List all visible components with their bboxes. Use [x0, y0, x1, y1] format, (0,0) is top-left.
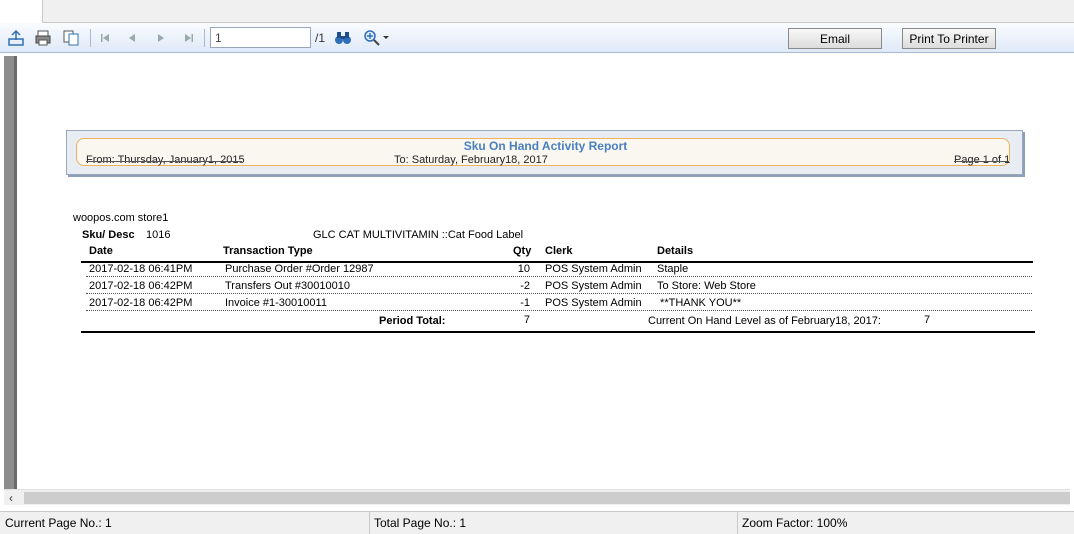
report-page-indicator: Page 1 of 1: [954, 154, 1011, 166]
report-toolbar: /1 Email Print To Printer: [0, 23, 1074, 53]
column-header-clerk: Clerk: [545, 245, 573, 257]
table-row-qty: 10: [517, 263, 530, 275]
table-row-details: **THANK YOU**: [657, 297, 742, 309]
sku-label: Sku/ Desc: [82, 229, 135, 241]
column-header-transaction-type: Transaction Type: [223, 245, 313, 257]
period-total-label: Period Total:: [379, 315, 446, 327]
table-row-type: Purchase Order #Order 12987: [225, 263, 374, 275]
table-row-details: To Store: Web Store: [657, 280, 756, 292]
row-divider: [86, 293, 1032, 294]
email-button[interactable]: Email: [788, 28, 882, 49]
zoom-icon[interactable]: [362, 28, 382, 48]
period-total-value: 7: [523, 314, 530, 326]
column-header-qty: Qty: [513, 245, 532, 257]
viewer-left-margin: [4, 56, 17, 490]
zoom-dropdown-icon[interactable]: [380, 28, 392, 48]
scroll-left-icon[interactable]: ‹: [9, 491, 13, 505]
table-row-clerk: POS System Admin: [545, 297, 642, 309]
on-hand-value: 7: [924, 314, 931, 326]
last-page-icon[interactable]: [179, 28, 199, 48]
print-to-printer-button[interactable]: Print To Printer: [902, 28, 996, 49]
table-row-date: 2017-02-18 06:42PM: [89, 297, 193, 309]
from-strikethrough: [86, 161, 242, 162]
copy-icon[interactable]: [61, 28, 81, 48]
column-header-date: Date: [89, 245, 113, 257]
zoom-status: Zoom Factor: 100%: [742, 516, 848, 530]
on-hand-label: Current On Hand Level as of February18, …: [648, 315, 881, 327]
export-icon[interactable]: [6, 28, 26, 48]
status-bar: Current Page No.: 1 Total Page No.: 1 Zo…: [0, 511, 1074, 534]
page-total-label: /1: [315, 31, 326, 45]
next-page-icon[interactable]: [151, 28, 171, 48]
find-binoculars-icon[interactable]: [333, 28, 353, 48]
report-header-banner: Sku On Hand Activity Report From: Thursd…: [66, 130, 1023, 175]
row-divider: [86, 276, 1032, 277]
table-row-details: Staple: [657, 263, 689, 275]
table-row-type: Invoice #1-30010011: [225, 297, 327, 309]
toolbar-separator: [204, 29, 205, 47]
first-page-icon[interactable]: [95, 28, 115, 48]
table-row-date: 2017-02-18 06:41PM: [89, 263, 193, 275]
page-number-input[interactable]: [210, 27, 311, 48]
report-to-date: To: Saturday, February18, 2017: [394, 154, 548, 166]
report-title: Sku On Hand Activity Report: [463, 139, 628, 153]
table-row-clerk: POS System Admin: [545, 280, 642, 292]
scrollbar-thumb[interactable]: [24, 492, 1070, 504]
report-from-date: From: Thursday, January1, 2015: [86, 154, 245, 166]
column-header-details: Details: [657, 245, 694, 257]
footer-rule: [81, 331, 1035, 333]
table-row-date: 2017-02-18 06:42PM: [89, 280, 193, 292]
previous-page-icon[interactable]: [122, 28, 142, 48]
table-row-type: Transfers Out #30010010: [225, 280, 350, 292]
current-page-status: Current Page No.: 1: [0, 512, 370, 534]
sku-value: 1016: [146, 229, 171, 241]
print-icon[interactable]: [33, 28, 53, 48]
row-divider: [86, 310, 1032, 311]
toolbar-separator: [90, 29, 91, 47]
horizontal-scrollbar[interactable]: ‹: [4, 489, 1070, 505]
store-name: woopos.com store1: [73, 212, 169, 224]
total-page-status: Total Page No.: 1: [369, 512, 738, 534]
report-tab[interactable]: [0, 0, 43, 23]
page-strikethrough: [954, 161, 1009, 162]
tab-strip: [0, 0, 1074, 23]
sku-description: GLC CAT MULTIVITAMIN ::Cat Food Label: [313, 229, 524, 241]
table-row-qty: -2: [520, 280, 530, 292]
table-row-clerk: POS System Admin: [545, 263, 642, 275]
table-row-qty: -1: [520, 297, 530, 309]
